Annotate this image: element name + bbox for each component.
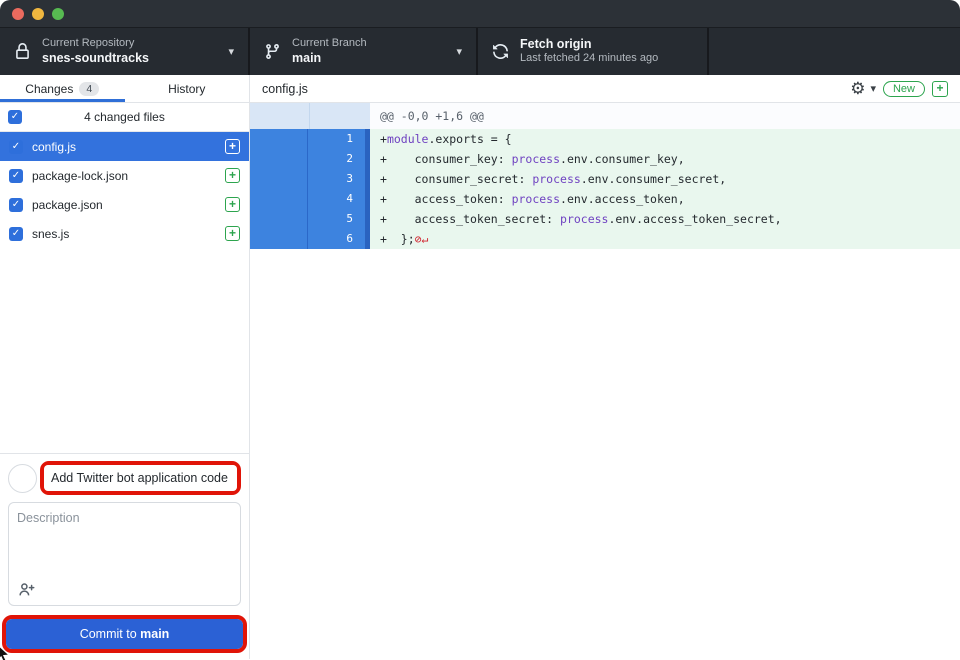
diff-line-gutter[interactable]: 2 xyxy=(250,149,370,169)
sidebar: Changes 4 History 4 changed files ✓ ✓ con… xyxy=(0,75,250,659)
diff-line-number: 6 xyxy=(308,229,364,249)
diff-hunk-header: @@ -0,0 +1,6 @@ xyxy=(250,103,960,129)
diff-line-gutter[interactable]: 6 xyxy=(250,229,370,249)
file-checkbox[interactable]: ✓ xyxy=(9,227,23,241)
diff-line-content: + consumer_secret: process.env.consumer_… xyxy=(370,169,960,189)
file-checkbox[interactable]: ✓ xyxy=(9,169,23,183)
diff-line: 3 + consumer_secret: process.env.consumer… xyxy=(250,169,960,189)
file-row[interactable]: ✓ snes.js + xyxy=(0,219,249,248)
file-checkbox[interactable]: ✓ xyxy=(9,140,23,154)
diff-line-gutter[interactable]: 3 xyxy=(250,169,370,189)
branch-label: Current Branch xyxy=(292,37,448,51)
commit-branch-name: main xyxy=(140,627,169,641)
file-row[interactable]: ✓ config.js + xyxy=(0,132,249,161)
diff-line-content: + access_token: process.env.access_token… xyxy=(370,189,960,209)
diff-line-number: 5 xyxy=(308,209,364,229)
diff-line-content: + };⊘↵ xyxy=(370,229,960,249)
diff-pane: config.js ⚙ ▾ New + @@ -0,0 +1,6 @@ 1 +mo… xyxy=(250,75,960,659)
commit-description-input[interactable] xyxy=(9,503,240,575)
titlebar xyxy=(0,0,960,28)
diff-line-number: 1 xyxy=(308,129,364,149)
file-name: config.js xyxy=(32,140,216,154)
sync-icon xyxy=(492,43,509,60)
add-coauthor-icon[interactable] xyxy=(18,581,35,598)
chevron-down-icon[interactable]: ▾ xyxy=(870,82,876,95)
changed-files-count: 4 changed files xyxy=(0,110,249,124)
annotation-summary-highlight xyxy=(40,461,241,495)
commit-button[interactable]: Commit to main xyxy=(6,619,243,649)
diff-line-number: 3 xyxy=(308,169,364,189)
minimize-window-button[interactable] xyxy=(32,8,44,20)
diff-lines: 1 +module.exports = { 2 + consumer_key: pro… xyxy=(250,129,960,249)
file-name: snes.js xyxy=(32,227,216,241)
diff-line-content: + consumer_key: process.env.consumer_key… xyxy=(370,149,960,169)
file-row[interactable]: ✓ package-lock.json + xyxy=(0,161,249,190)
select-all-checkbox[interactable]: ✓ xyxy=(8,110,22,124)
tab-changes-label: Changes xyxy=(25,82,73,96)
annotation-commit-highlight: Commit to main xyxy=(2,615,247,653)
added-status-icon: + xyxy=(225,226,240,241)
diff-line-content: + access_token_secret: process.env.acces… xyxy=(370,209,960,229)
avatar xyxy=(8,464,37,493)
file-name: package.json xyxy=(32,198,216,212)
added-status-icon: + xyxy=(225,139,240,154)
added-status-icon: + xyxy=(932,81,948,97)
file-name: package-lock.json xyxy=(32,169,216,183)
commit-summary-input[interactable] xyxy=(44,465,237,491)
close-window-button[interactable] xyxy=(12,8,24,20)
commit-panel: Commit to main xyxy=(0,453,249,659)
diff-line-gutter[interactable]: 1 xyxy=(250,129,370,149)
gear-icon[interactable]: ⚙ xyxy=(850,80,865,97)
file-row[interactable]: ✓ package.json + xyxy=(0,190,249,219)
changed-files-header: 4 changed files ✓ xyxy=(0,103,249,132)
fetch-title: Fetch origin xyxy=(520,37,693,53)
diff-line-content: +module.exports = { xyxy=(370,129,960,149)
tab-history-label: History xyxy=(168,82,205,96)
new-file-badge: New xyxy=(883,81,925,97)
diff-line: 5 + access_token_secret: process.env.acce… xyxy=(250,209,960,229)
diff-header: config.js ⚙ ▾ New + xyxy=(250,75,960,103)
branch-switcher[interactable]: Current Branch main ▾ xyxy=(250,28,478,75)
hunk-header-text: @@ -0,0 +1,6 @@ xyxy=(370,103,960,129)
diff-line: 2 + consumer_key: process.env.consumer_ke… xyxy=(250,149,960,169)
diff-line: 4 + access_token: process.env.access_toke… xyxy=(250,189,960,209)
sidebar-tabs: Changes 4 History xyxy=(0,75,249,103)
added-status-icon: + xyxy=(225,168,240,183)
main-area: Changes 4 History 4 changed files ✓ ✓ con… xyxy=(0,75,960,659)
branch-name: main xyxy=(292,51,448,67)
fetch-subtitle: Last fetched 24 minutes ago xyxy=(520,52,693,66)
tab-changes[interactable]: Changes 4 xyxy=(0,75,125,102)
git-branch-icon xyxy=(264,43,281,60)
zoom-window-button[interactable] xyxy=(52,8,64,20)
diff-line-gutter[interactable]: 4 xyxy=(250,189,370,209)
chevron-down-icon: ▾ xyxy=(228,45,234,58)
diff-line: 1 +module.exports = { xyxy=(250,129,960,149)
repository-name: snes-soundtracks xyxy=(42,51,220,67)
commit-description-box xyxy=(8,502,241,606)
chevron-down-icon: ▾ xyxy=(456,45,462,58)
diff-line-gutter[interactable]: 5 xyxy=(250,209,370,229)
diff-line-number: 4 xyxy=(308,189,364,209)
fetch-origin-button[interactable]: Fetch origin Last fetched 24 minutes ago xyxy=(478,28,709,75)
toolbar: Current Repository snes-soundtracks ▾ Cu… xyxy=(0,28,960,75)
diff-line: 6 + };⊘↵ xyxy=(250,229,960,249)
app-window: Current Repository snes-soundtracks ▾ Cu… xyxy=(0,0,960,660)
changes-count-badge: 4 xyxy=(79,82,99,96)
added-status-icon: + xyxy=(225,197,240,212)
lock-icon xyxy=(14,43,31,60)
mouse-cursor xyxy=(0,644,15,660)
repository-label: Current Repository xyxy=(42,37,220,51)
tab-history[interactable]: History xyxy=(125,75,250,102)
diff-line-number: 2 xyxy=(308,149,364,169)
diff-file-name: config.js xyxy=(262,82,850,96)
file-checkbox[interactable]: ✓ xyxy=(9,198,23,212)
diff-body: @@ -0,0 +1,6 @@ 1 +module.exports = { 2 + c… xyxy=(250,103,960,659)
repository-switcher[interactable]: Current Repository snes-soundtracks ▾ xyxy=(0,28,250,75)
changed-files-list: ✓ config.js + ✓ package-lock.json + ✓ package.j… xyxy=(0,132,249,248)
